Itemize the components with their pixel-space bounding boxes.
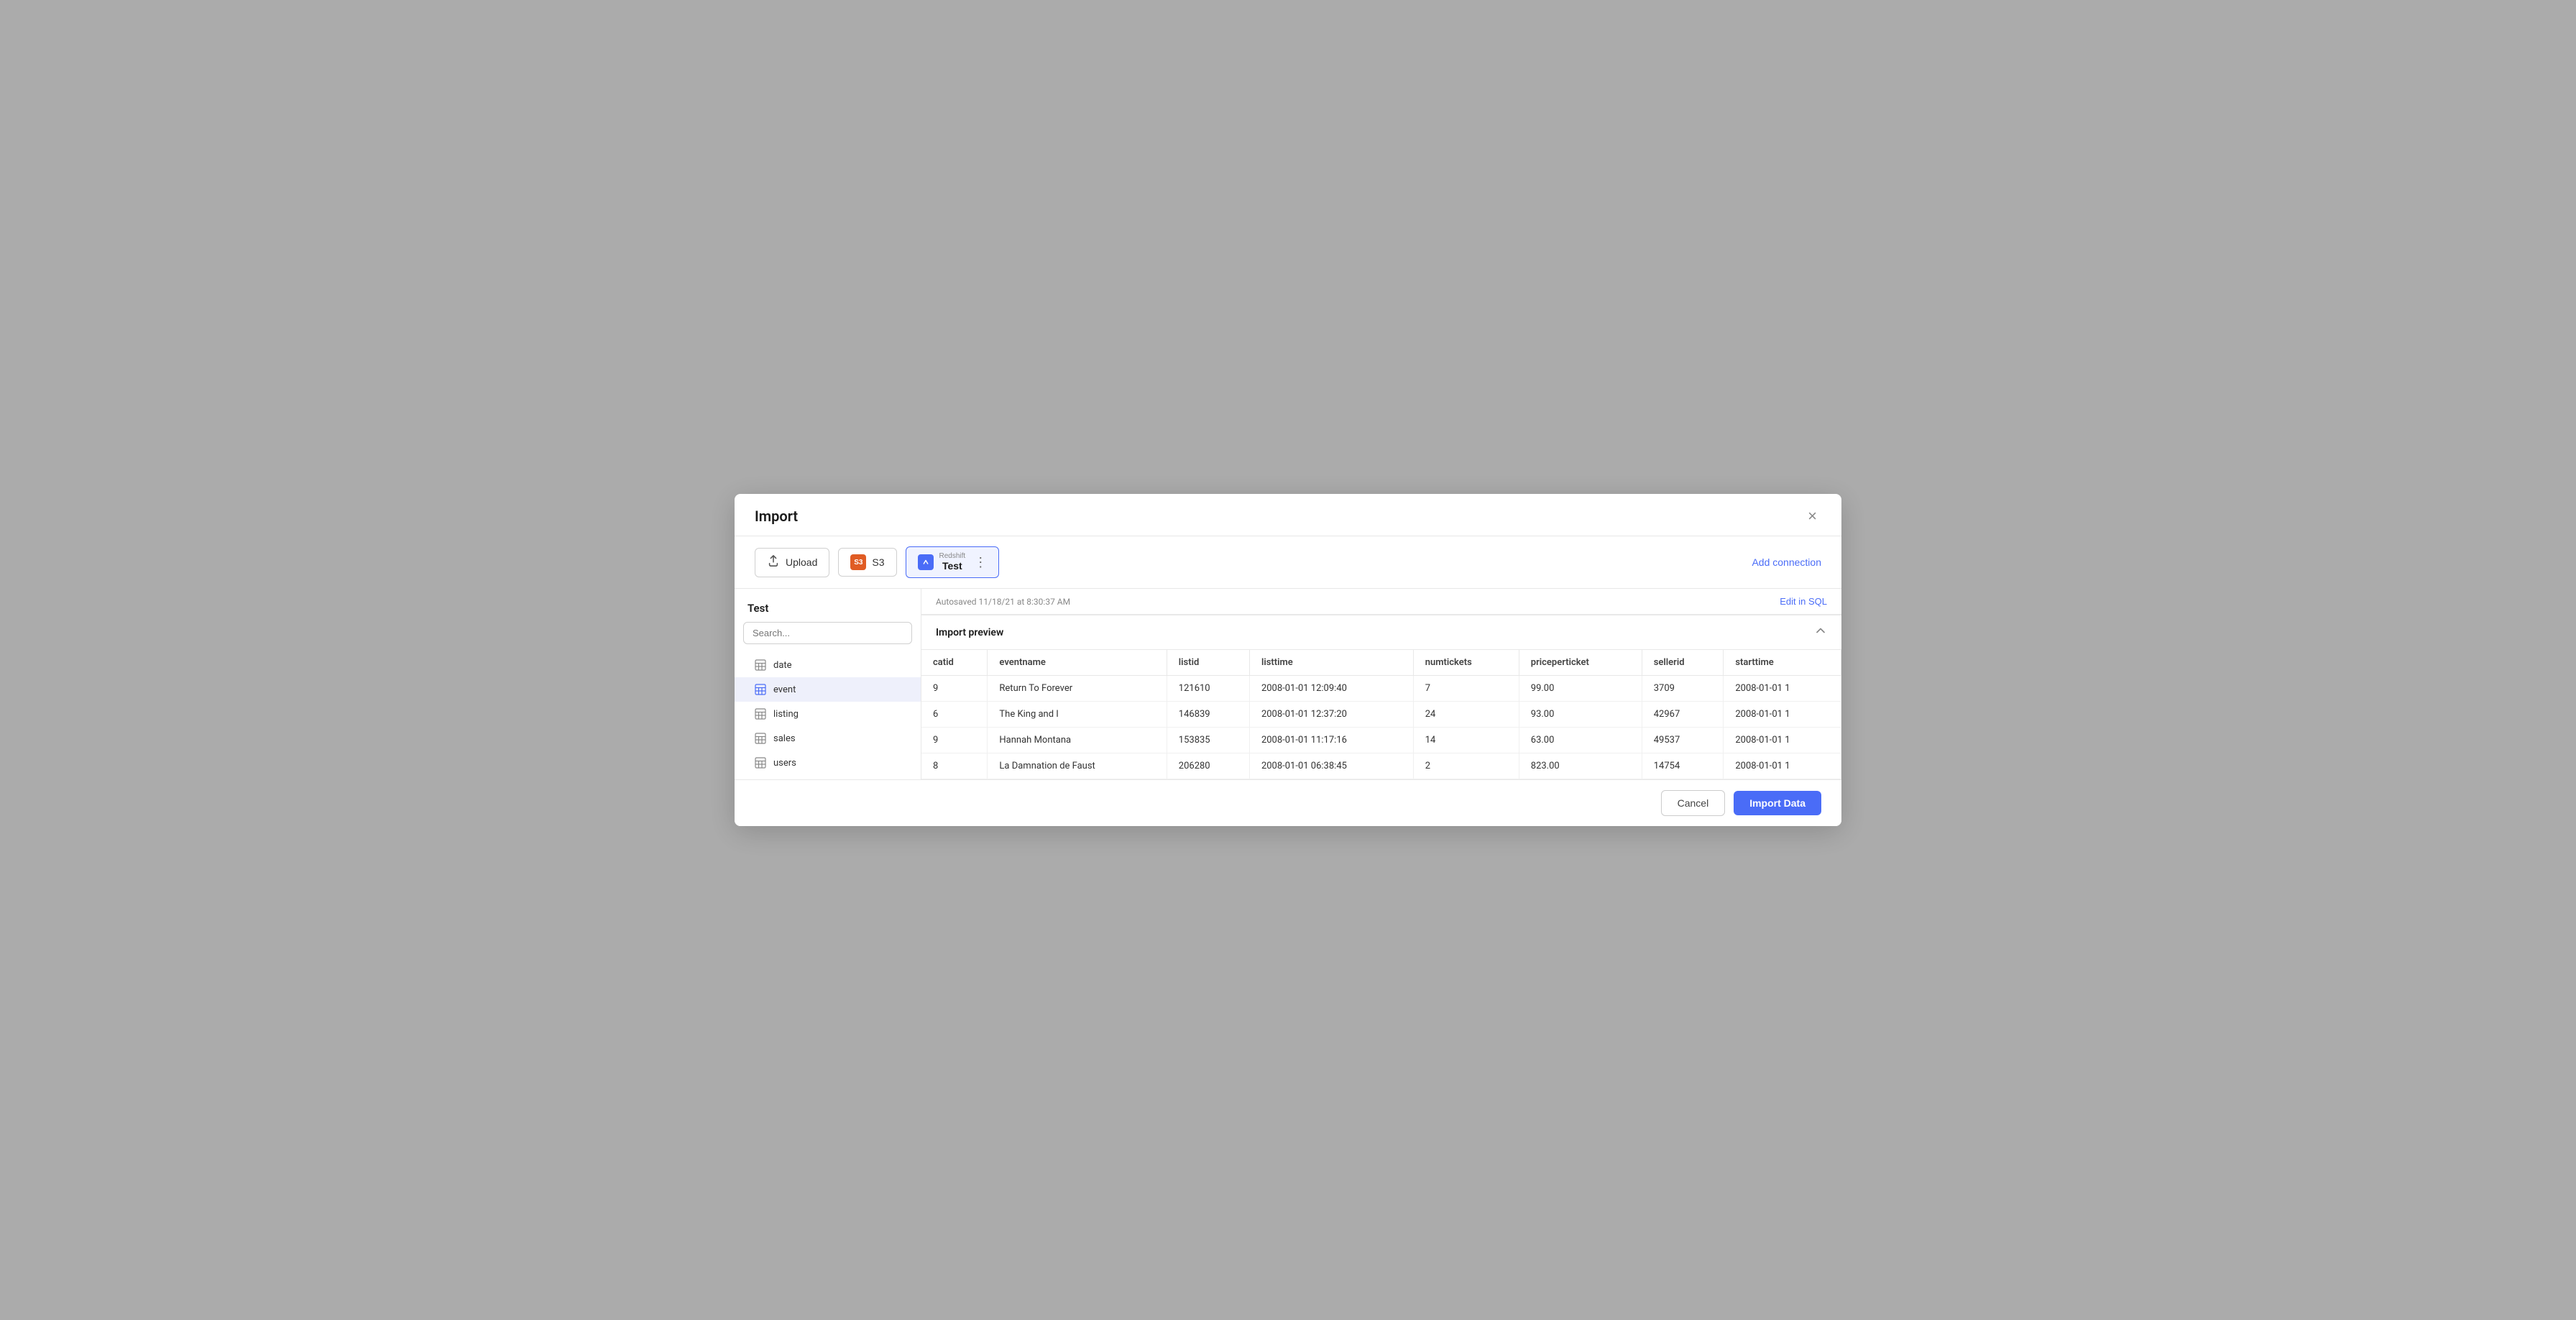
table-cell-listtime: 2008-01-01 06:38:45 — [1249, 753, 1413, 779]
table-cell-listtime: 2008-01-01 11:17:16 — [1249, 728, 1413, 753]
modal-footer: Cancel Import Data — [735, 779, 1841, 826]
table-cell-listtime: 2008-01-01 12:09:40 — [1249, 676, 1413, 702]
sidebar-item-date-label: date — [773, 660, 792, 671]
redshift-icon — [918, 554, 934, 570]
table-cell-catid: 8 — [921, 753, 988, 779]
redshift-menu-dots[interactable]: ⋮ — [974, 555, 987, 570]
col-header-starttime: starttime — [1724, 650, 1841, 676]
redshift-connection-button[interactable]: Redshift Test ⋮ — [906, 546, 1000, 578]
redshift-text-block: Redshift Test — [939, 553, 966, 572]
table-cell-listid: 153835 — [1167, 728, 1249, 753]
preview-section: Import preview catid eve — [921, 615, 1841, 779]
table-cell-numtickets: 7 — [1413, 676, 1519, 702]
table-icon — [755, 757, 766, 769]
table-icon — [755, 708, 766, 720]
table-cell-starttime: 2008-01-01 1 — [1724, 753, 1841, 779]
table-icon — [755, 733, 766, 744]
table-cell-eventname: La Damnation de Faust — [988, 753, 1167, 779]
sidebar-item-date[interactable]: date — [735, 653, 921, 677]
sidebar-item-event[interactable]: event — [735, 677, 921, 702]
sidebar-item-sales-label: sales — [773, 733, 796, 744]
table-cell-starttime: 2008-01-01 1 — [1724, 728, 1841, 753]
table-cell-priceperticket: 99.00 — [1519, 676, 1642, 702]
upload-label: Upload — [786, 556, 817, 568]
main-content: Test date — [735, 589, 1841, 779]
table-cell-catid: 9 — [921, 728, 988, 753]
sidebar-item-sales[interactable]: sales — [735, 726, 921, 751]
upload-connection-button[interactable]: Upload — [755, 548, 829, 577]
col-header-listid: listid — [1167, 650, 1249, 676]
sidebar-title: Test — [735, 589, 921, 622]
search-input[interactable] — [743, 622, 912, 644]
table-cell-numtickets: 14 — [1413, 728, 1519, 753]
table-cell-priceperticket: 823.00 — [1519, 753, 1642, 779]
sidebar-item-users[interactable]: users — [735, 751, 921, 775]
table-cell-eventname: Hannah Montana — [988, 728, 1167, 753]
table-cell-sellerid: 3709 — [1642, 676, 1724, 702]
cancel-button[interactable]: Cancel — [1661, 790, 1726, 816]
modal-overlay: Import × Upload S3 S3 — [0, 0, 2576, 1320]
edit-in-sql-button[interactable]: Edit in SQL — [1780, 596, 1827, 607]
preview-table-wrap: catid eventname listid listtime numticke… — [921, 650, 1841, 779]
table-row: 8La Damnation de Faust2062802008-01-01 0… — [921, 753, 1841, 779]
connection-bar: Upload S3 S3 Redshift Test ⋮ — [735, 536, 1841, 589]
col-header-numtickets: numtickets — [1413, 650, 1519, 676]
table-cell-priceperticket: 93.00 — [1519, 702, 1642, 728]
upload-icon — [767, 554, 780, 571]
redshift-label-small: Redshift — [939, 553, 966, 560]
table-cell-numtickets: 24 — [1413, 702, 1519, 728]
table-icon — [755, 684, 766, 695]
table-cell-starttime: 2008-01-01 1 — [1724, 702, 1841, 728]
preview-title: Import preview — [936, 627, 1003, 638]
s3-connection-button[interactable]: S3 S3 — [838, 548, 896, 577]
import-data-button[interactable]: Import Data — [1734, 791, 1821, 815]
preview-collapse-button[interactable] — [1814, 624, 1827, 641]
table-row: 9Return To Forever1216102008-01-01 12:09… — [921, 676, 1841, 702]
canvas-topbar: Autosaved 11/18/21 at 8:30:37 AM Edit in… — [921, 589, 1841, 615]
autosaved-text: Autosaved 11/18/21 at 8:30:37 AM — [936, 597, 1070, 607]
sidebar-item-listing[interactable]: listing — [735, 702, 921, 726]
sidebar-item-listing-label: listing — [773, 709, 799, 720]
import-modal: Import × Upload S3 S3 — [735, 494, 1841, 826]
sidebar-item-event-label: event — [773, 684, 796, 695]
chevron-up-icon — [1814, 624, 1827, 637]
s3-label: S3 — [872, 556, 884, 568]
search-input-wrap — [735, 622, 921, 653]
preview-header: Import preview — [921, 615, 1841, 650]
col-header-priceperticket: priceperticket — [1519, 650, 1642, 676]
col-header-catid: catid — [921, 650, 988, 676]
table-cell-listid: 206280 — [1167, 753, 1249, 779]
table-cell-listid: 121610 — [1167, 676, 1249, 702]
table-cell-sellerid: 14754 — [1642, 753, 1724, 779]
close-button[interactable]: × — [1803, 507, 1821, 526]
col-header-listtime: listtime — [1249, 650, 1413, 676]
table-cell-catid: 9 — [921, 676, 988, 702]
canvas-area: Autosaved 11/18/21 at 8:30:37 AM Edit in… — [921, 589, 1841, 779]
col-header-sellerid: sellerid — [1642, 650, 1724, 676]
table-cell-eventname: Return To Forever — [988, 676, 1167, 702]
table-cell-priceperticket: 63.00 — [1519, 728, 1642, 753]
modal-header: Import × — [735, 494, 1841, 536]
table-cell-listid: 146839 — [1167, 702, 1249, 728]
add-connection-button[interactable]: Add connection — [1752, 556, 1821, 568]
table-cell-listtime: 2008-01-01 12:37:20 — [1249, 702, 1413, 728]
table-cell-sellerid: 49537 — [1642, 728, 1724, 753]
table-cell-catid: 6 — [921, 702, 988, 728]
preview-table: catid eventname listid listtime numticke… — [921, 650, 1841, 779]
redshift-label-main: Test — [939, 560, 966, 572]
modal-title: Import — [755, 508, 798, 525]
table-cell-starttime: 2008-01-01 1 — [1724, 676, 1841, 702]
sidebar-item-users-label: users — [773, 758, 796, 769]
table-icon — [755, 659, 766, 671]
table-cell-sellerid: 42967 — [1642, 702, 1724, 728]
table-row: 9Hannah Montana1538352008-01-01 11:17:16… — [921, 728, 1841, 753]
table-header-row: catid eventname listid listtime numticke… — [921, 650, 1841, 676]
table-row: 6The King and I1468392008-01-01 12:37:20… — [921, 702, 1841, 728]
table-cell-numtickets: 2 — [1413, 753, 1519, 779]
sidebar: Test date — [735, 589, 921, 779]
col-header-eventname: eventname — [988, 650, 1167, 676]
table-cell-eventname: The King and I — [988, 702, 1167, 728]
s3-icon: S3 — [850, 554, 866, 570]
